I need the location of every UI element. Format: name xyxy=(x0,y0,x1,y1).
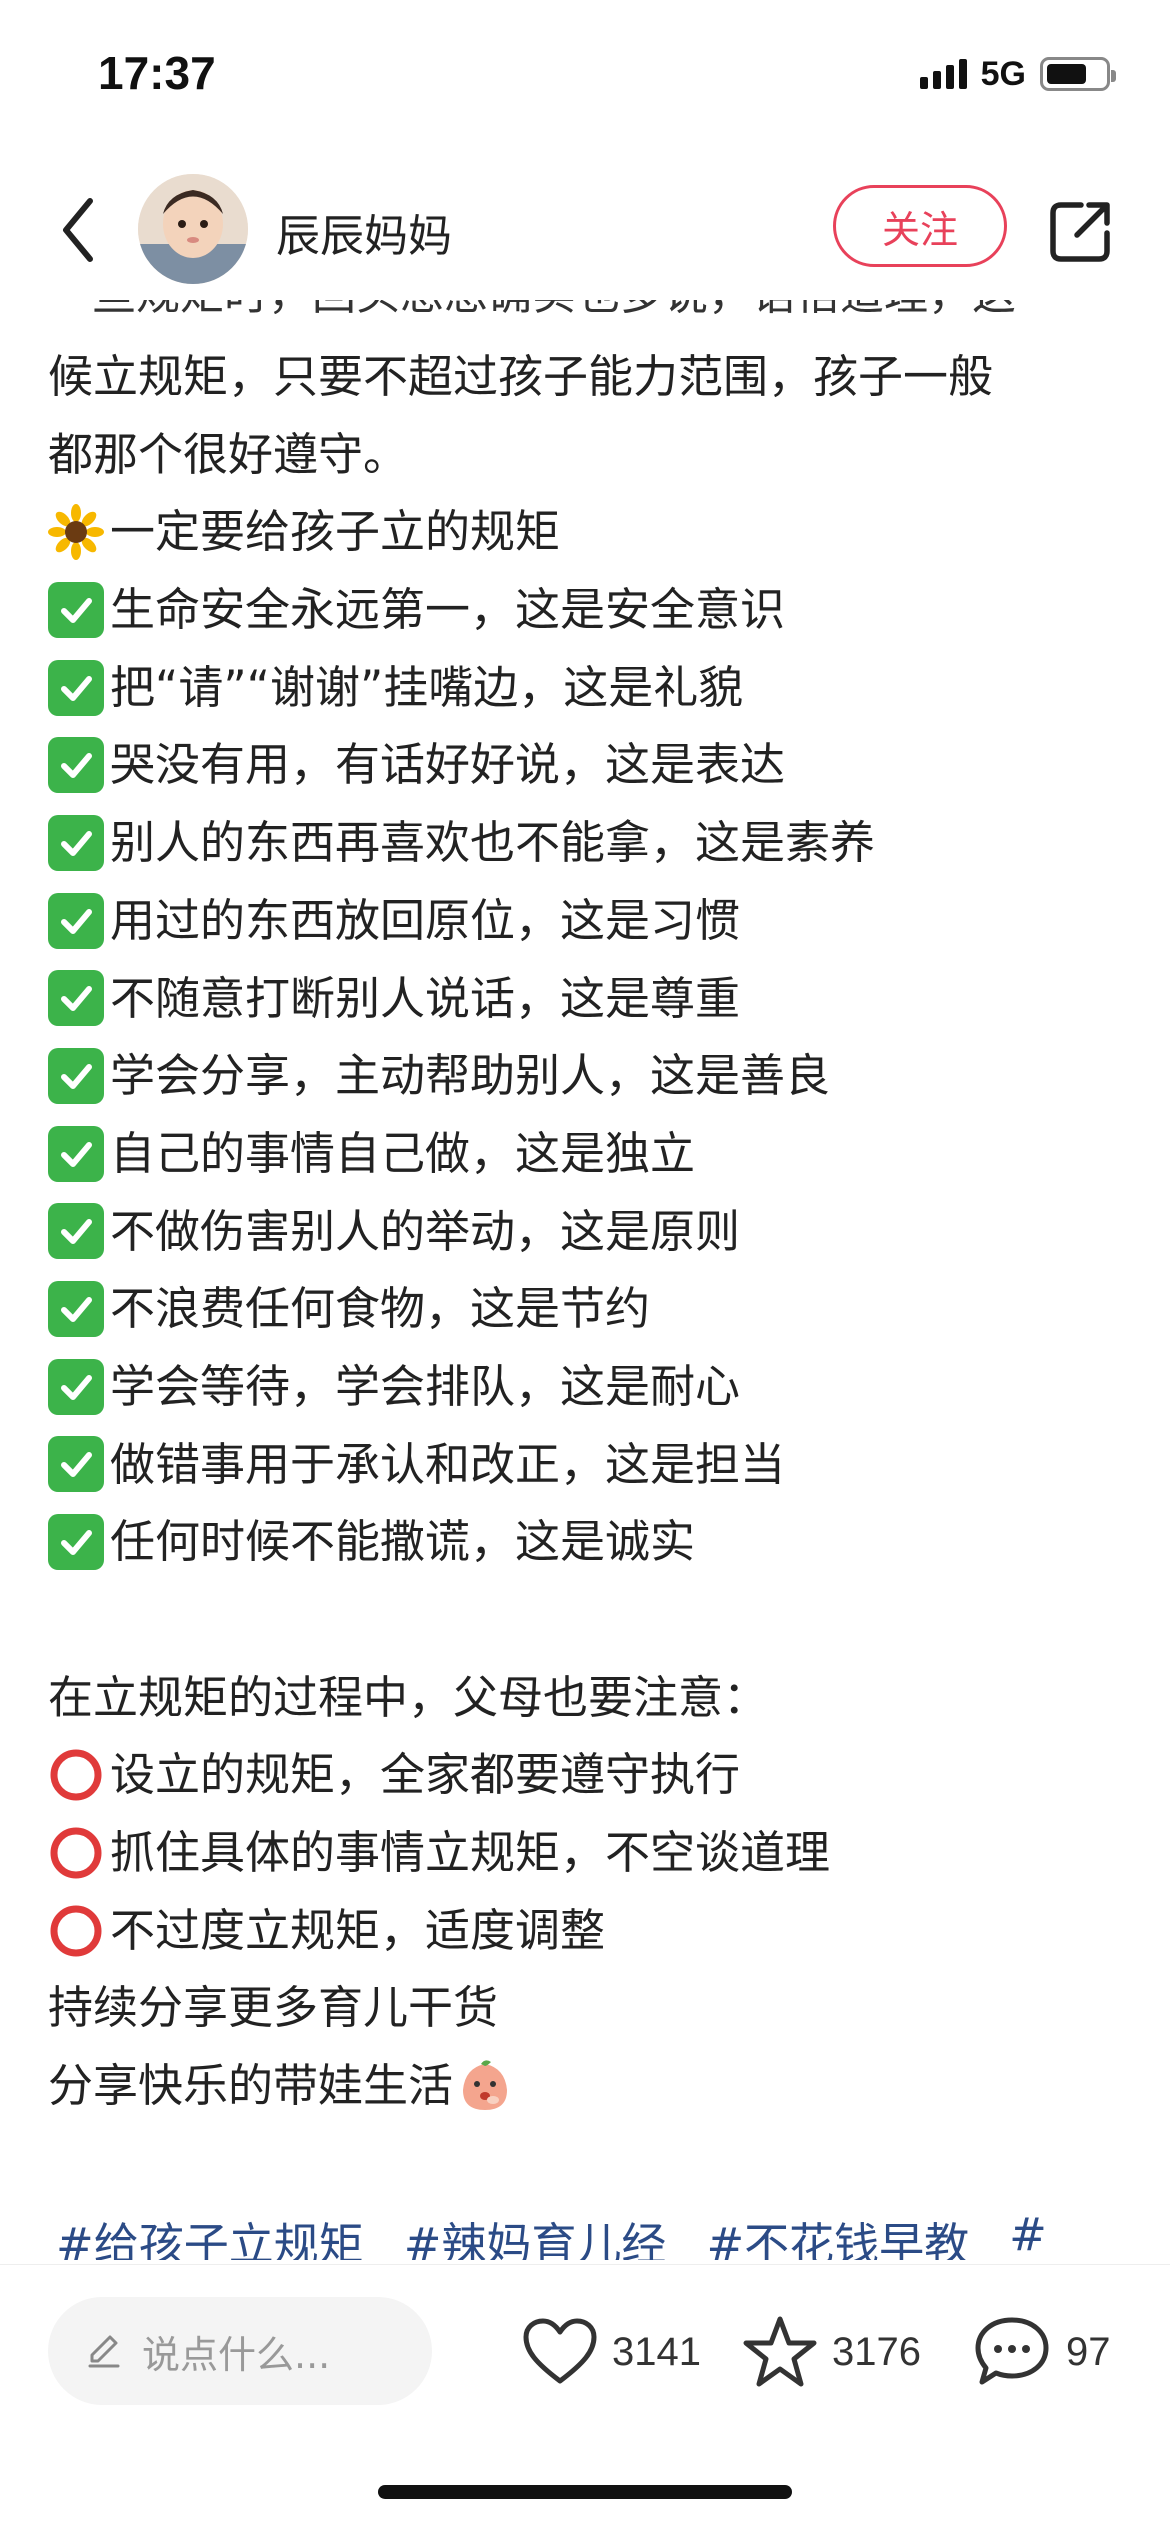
comment-count: 97 xyxy=(1066,2329,1111,2374)
status-bar: 17:37 5G xyxy=(0,0,1170,140)
post-header: 辰辰妈妈 关注 xyxy=(0,160,1170,300)
note-item: 设立的规矩，全家都要遵守执行 xyxy=(48,1736,1128,1814)
follow-button[interactable]: 关注 xyxy=(833,185,1007,267)
check-icon xyxy=(48,1125,104,1182)
check-icon xyxy=(48,581,104,638)
home-indicator xyxy=(378,2485,792,2499)
check-icon xyxy=(48,659,104,716)
post-body: 候立规矩，只要不超过孩子能力范围，孩子一般 都那个很好遵守。 一定要给孩子立的规… xyxy=(48,338,1128,2125)
tag-link[interactable]: #不花钱早教 xyxy=(706,2208,969,2260)
favorite-button[interactable]: 3176 xyxy=(742,2309,921,2395)
network-label: 5G xyxy=(980,54,1026,93)
share-icon xyxy=(1050,202,1110,262)
back-button[interactable] xyxy=(48,190,108,270)
emoji-face-icon xyxy=(457,2058,513,2114)
comment-input[interactable]: 说点什么... xyxy=(48,2297,432,2405)
tag-link[interactable]: #辣妈育儿经 xyxy=(404,2208,667,2260)
circle-icon xyxy=(48,1747,104,1803)
back-icon xyxy=(63,198,93,262)
status-time: 17:37 xyxy=(98,47,216,99)
comment-placeholder: 说点什么... xyxy=(142,2332,331,2377)
tag-link[interactable]: # xyxy=(1009,2208,1047,2260)
signal-icon xyxy=(919,59,967,89)
check-icon xyxy=(48,1358,104,1415)
rule-item: 哭没有用，有话好好说，这是表达 xyxy=(48,726,1128,804)
rule-item: 任何时候不能撒谎，这是诚实 xyxy=(48,1503,1128,1581)
tag-link[interactable]: #给孩子立规矩 xyxy=(56,2208,364,2260)
note-item: 抓住具体的事情立规矩，不空谈道理 xyxy=(48,1814,1128,1892)
notes-title: 在立规矩的过程中，父母也要注意： xyxy=(48,1670,769,1724)
check-icon xyxy=(48,1281,104,1338)
rule-item: 别人的东西再喜欢也不能拿，这是素养 xyxy=(48,804,1128,882)
comment-icon xyxy=(975,2317,1049,2385)
circle-icon xyxy=(48,1825,104,1881)
check-icon xyxy=(48,737,104,794)
rule-item: 生命安全永远第一，这是安全意识 xyxy=(48,571,1128,649)
like-button[interactable]: 3141 xyxy=(522,2309,701,2395)
favorite-count: 3176 xyxy=(832,2329,921,2374)
rule-item: 自己的事情自己做，这是独立 xyxy=(48,1115,1128,1193)
check-icon xyxy=(48,1514,104,1571)
like-count: 3141 xyxy=(612,2329,701,2374)
note-item: 不过度立规矩，适度调整 xyxy=(48,1892,1128,1970)
heart-icon xyxy=(523,2318,597,2384)
check-icon xyxy=(48,970,104,1027)
rule-item: 不随意打断别人说话，这是尊重 xyxy=(48,960,1128,1038)
partial-text-line: 一些规矩时，回头想想确实也多说，语悟道理，这 xyxy=(48,300,1016,322)
rule-item: 学会等待，学会排队，这是耐心 xyxy=(48,1348,1128,1426)
outro-line: 分享快乐的带娃生活 xyxy=(48,2047,1128,2125)
check-icon xyxy=(48,814,104,871)
avatar[interactable] xyxy=(138,174,248,284)
section-title: 一定要给孩子立的规矩 xyxy=(48,493,1128,571)
check-icon xyxy=(48,1203,104,1260)
author-name[interactable]: 辰辰妈妈 xyxy=(276,200,452,264)
check-icon xyxy=(48,1436,104,1493)
rule-item: 不做伤害别人的举动，这是原则 xyxy=(48,1193,1128,1271)
check-icon xyxy=(48,892,104,949)
rule-item: 用过的东西放回原位，这是习惯 xyxy=(48,882,1128,960)
rule-item: 做错事用于承认和改正，这是担当 xyxy=(48,1426,1128,1504)
circle-icon xyxy=(48,1903,104,1959)
check-icon xyxy=(48,1048,104,1105)
outro-line: 持续分享更多育儿干货 xyxy=(48,1981,499,2035)
body-text-line: 都那个很好遵守。 xyxy=(48,427,409,481)
sunflower-icon xyxy=(48,504,104,561)
status-icons: 5G xyxy=(919,54,1116,94)
comment-button[interactable]: 97 xyxy=(972,2309,1111,2395)
avatar-image xyxy=(138,174,248,284)
rule-item: 学会分享，主动帮助别人，这是善良 xyxy=(48,1037,1128,1115)
star-icon xyxy=(743,2316,817,2387)
share-button[interactable] xyxy=(1040,192,1120,272)
battery-icon xyxy=(1040,57,1116,91)
post-content: 一些规矩时，回头想想确实也多说，语悟道理，这 候立规矩，只要不超过孩子能力范围，… xyxy=(48,300,1128,2260)
pencil-icon xyxy=(88,2335,120,2368)
body-text-line: 候立规矩，只要不超过孩子能力范围，孩子一般 xyxy=(48,350,994,403)
rule-item: 把“请”“谢谢”挂嘴边，这是礼貌 xyxy=(48,649,1128,727)
tag-list: #给孩子立规矩 #辣妈育儿经 #不花钱早教 # xyxy=(56,2208,1047,2260)
rule-item: 不浪费任何食物，这是节约 xyxy=(48,1270,1128,1348)
